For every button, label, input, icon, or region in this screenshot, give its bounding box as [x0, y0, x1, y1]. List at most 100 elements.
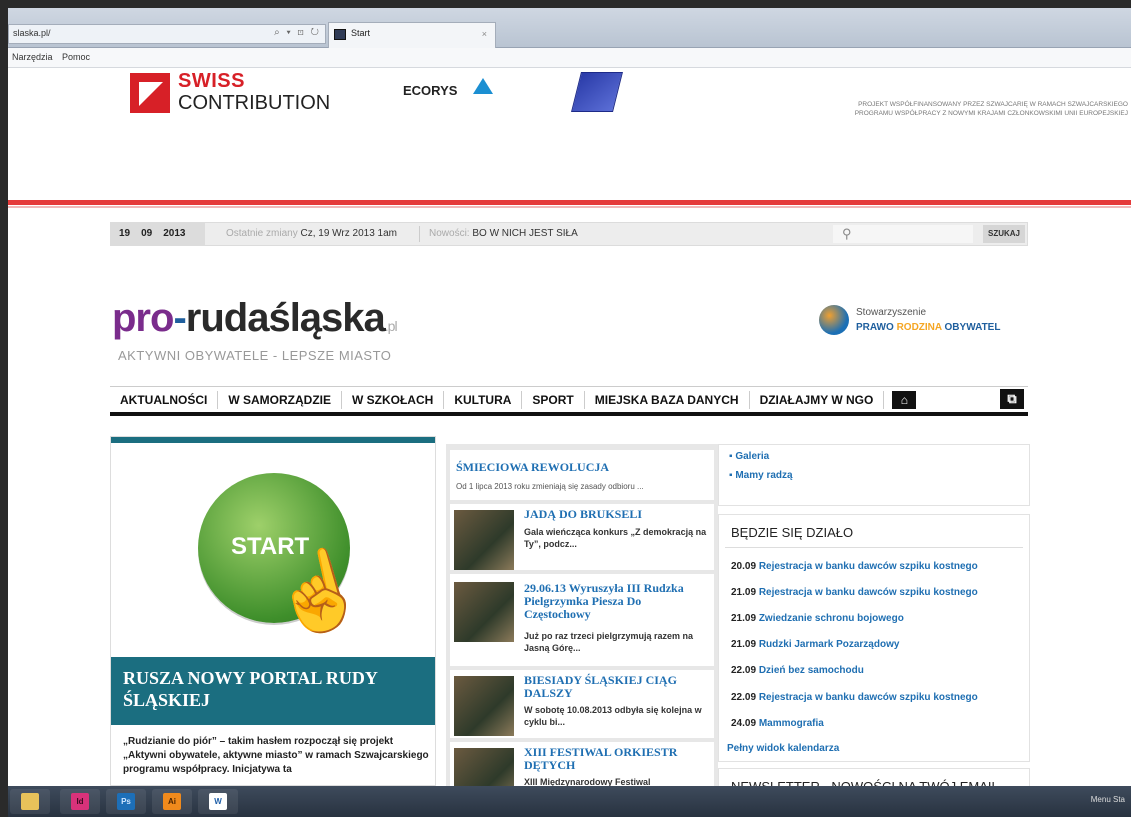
association-logo-icon	[819, 305, 849, 335]
news-ticker[interactable]: Nowości: BO W NICH JEST SIŁA	[429, 228, 578, 239]
site-logo[interactable]: pro-rudaśląska.pl	[112, 296, 398, 341]
story-thumbnail[interactable]	[454, 510, 514, 570]
taskbar-app[interactable]	[10, 789, 50, 814]
menu-tools[interactable]: Narzędzia	[12, 52, 53, 62]
event-item[interactable]: 22.09 Rejestracja w banku dawców szpiku …	[731, 692, 978, 703]
taskbar-app[interactable]: Id	[60, 789, 100, 814]
event-date: 21.09	[731, 639, 757, 650]
divider	[8, 206, 1131, 208]
taskbar-app[interactable]: Ps	[106, 789, 146, 814]
event-name[interactable]: Rejestracja w banku dawców szpiku kostne…	[759, 692, 978, 703]
ecorys-triangle-icon	[473, 78, 493, 94]
pointing-hand-icon: ☝	[261, 539, 375, 646]
search-input[interactable]	[833, 225, 973, 243]
swiss-contribution-logo: SWISS CONTRIBUTION	[178, 70, 330, 114]
contribution-text: CONTRIBUTION	[178, 92, 331, 114]
date-day: 19	[119, 228, 131, 239]
news-lead[interactable]: ŚMIECIOWA REWOLUCJA Od 1 lipca 2013 roku…	[450, 450, 714, 500]
association-name[interactable]: PRAWO RODZINA OBYWATEL	[856, 322, 1000, 333]
list-item[interactable]: JADĄ DO BRUKSELI Gala wieńcząca konkurs …	[450, 504, 714, 570]
event-item[interactable]: 24.09 Mammografia	[731, 718, 824, 729]
story-title[interactable]: XIII FESTIWAL ORKIESTR DĘTYCH	[524, 746, 708, 772]
share-icon[interactable]: ⧉	[1000, 389, 1024, 409]
project-funding-note: PROJEKT WSPÓŁFINANSOWANY PRZEZ SZWAJCARI…	[748, 100, 1128, 118]
word-icon: W	[209, 793, 227, 810]
story-title[interactable]: BIESIADY ŚLĄSKIEJ CIĄG DALSZY	[524, 674, 708, 700]
news-label: Nowości:	[429, 228, 470, 239]
info-bar: 19 09 2013 Ostatnie zmiany Cz, 19 Wrz 2013…	[110, 222, 1028, 246]
taskbar-app[interactable]: W	[198, 789, 238, 814]
event-item[interactable]: 22.09 Dzień bez samochodu	[731, 665, 864, 676]
nav-item-news[interactable]: AKTUALNOŚCI	[110, 390, 219, 409]
start-menu-label[interactable]: Menu Sta	[1091, 795, 1125, 804]
quick-link-label: Mamy radzą	[735, 470, 793, 481]
association-word: OBYWATEL	[944, 322, 1001, 333]
swiss-text: SWISS	[178, 70, 245, 92]
illustrator-icon: Ai	[163, 793, 181, 810]
story-title[interactable]: JADĄ DO BRUKSELI	[524, 508, 708, 521]
event-name[interactable]: Rejestracja w banku dawców szpiku kostne…	[759, 561, 978, 572]
logo-tld: .pl	[384, 318, 398, 334]
address-controls[interactable]: ⌕ ▾ ⊡ ↻	[274, 27, 321, 38]
event-item[interactable]: 21.09 Rudzki Jarmark Pozarządowy	[731, 639, 899, 650]
event-name[interactable]: Zwiedzanie schronu bojowego	[759, 613, 904, 624]
browser-tab[interactable]: Start ×	[328, 22, 496, 48]
event-name[interactable]: Mammografia	[759, 718, 824, 729]
nav-item-ngo[interactable]: DZIAŁAJMY W NGO	[750, 390, 885, 409]
photoshop-icon: Ps	[117, 793, 135, 810]
featured-excerpt: „Rudzianie do piór” – takim hasłem rozpo…	[123, 736, 429, 775]
event-item[interactable]: 21.09 Zwiedzanie schronu bojowego	[731, 613, 904, 624]
project-note-line: PROGRAMU WSPÓŁPRACY Z NOWYMI KRAJAMI CZŁ…	[854, 110, 1128, 117]
home-icon[interactable]: ⌂	[892, 390, 917, 409]
list-item[interactable]: BIESIADY ŚLĄSKIEJ CIĄG DALSZY W sobotę 1…	[450, 670, 714, 738]
nav-item-culture[interactable]: KULTURA	[444, 390, 523, 409]
address-bar[interactable]: slaska.pl/ ⌕ ▾ ⊡ ↻	[8, 24, 326, 44]
event-item[interactable]: 20.09 Rejestracja w banku dawców szpiku …	[731, 561, 978, 572]
search-button[interactable]: SZUKAJ	[983, 225, 1025, 243]
featured-title[interactable]: RUSZA NOWY PORTAL RUDY ŚLĄSKIEJ	[123, 667, 423, 711]
quick-links: ▪ Galeria ▪ Mamy radzą	[718, 444, 1030, 506]
nav-item-local-government[interactable]: W SAMORZĄDZIE	[218, 390, 342, 409]
featured-article[interactable]: START ☝ RUSZA NOWY PORTAL RUDY ŚLĄSKIEJ …	[110, 436, 436, 786]
news-lead-excerpt: Od 1 lipca 2013 roku zmieniają się zasad…	[456, 482, 644, 491]
event-item[interactable]: 21.09 Rejestracja w banku dawców szpiku …	[731, 587, 978, 598]
event-name[interactable]: Rudzki Jarmark Pozarządowy	[759, 639, 900, 650]
story-title[interactable]: 29.06.13 Wyruszyła III Rudzka Pielgrzymk…	[524, 582, 708, 621]
menu-help[interactable]: Pomoc	[62, 52, 90, 62]
event-date: 21.09	[731, 613, 757, 624]
nav-item-city-database[interactable]: MIEJSKA BAZA DANYCH	[585, 390, 750, 409]
news-list: ŚMIECIOWA REWOLUCJA Od 1 lipca 2013 roku…	[446, 444, 718, 808]
close-tab-icon[interactable]: ×	[482, 29, 487, 39]
date-year: 2013	[163, 228, 186, 239]
taskbar-app[interactable]: Ai	[152, 789, 192, 814]
list-item[interactable]: 29.06.13 Wyruszyła III Rudzka Pielgrzymk…	[450, 574, 714, 666]
nav-item-schools[interactable]: W SZKOŁACH	[342, 390, 445, 409]
event-name[interactable]: Rejestracja w banku dawców szpiku kostne…	[759, 587, 978, 598]
event-date: 20.09	[731, 561, 757, 572]
partner-banner	[8, 68, 1131, 202]
folder-icon	[21, 793, 39, 810]
event-date: 22.09	[731, 692, 757, 703]
project-note-line: PROJEKT WSPÓŁFINANSOWANY PRZEZ SZWAJCARI…	[858, 101, 1128, 108]
indesign-icon: Id	[71, 793, 89, 810]
quick-link-advice[interactable]: ▪ Mamy radzą	[729, 470, 1019, 481]
news-lead-title[interactable]: ŚMIECIOWA REWOLUCJA	[456, 460, 609, 475]
tab-title: Start	[351, 28, 371, 38]
story-thumbnail[interactable]	[454, 582, 514, 642]
story-thumbnail[interactable]	[454, 676, 514, 736]
news-value[interactable]: BO W NICH JEST SIŁA	[472, 228, 577, 239]
story-excerpt: W sobotę 10.08.2013 odbyła się kolejna w…	[524, 705, 702, 727]
quick-link-label: Galeria	[735, 451, 770, 462]
events-calendar: BĘDZIE SIĘ DZIAŁO 20.09 Rejestracja w ba…	[718, 514, 1030, 762]
nav-item-sport[interactable]: SPORT	[522, 390, 585, 409]
site-tagline: AKTYWNI OBYWATELE - LEPSZE MIASTO	[118, 348, 392, 363]
full-calendar-link[interactable]: Pełny widok kalendarza	[727, 743, 839, 754]
event-name[interactable]: Dzień bez samochodu	[759, 665, 864, 676]
logo-dash: -	[173, 296, 186, 340]
divider	[8, 200, 1131, 205]
favicon-icon	[334, 29, 346, 40]
search-icon[interactable]: ⚲	[842, 226, 852, 242]
ecorys-logo: ECORYS	[403, 83, 458, 98]
quick-link-gallery[interactable]: ▪ Galeria	[729, 451, 1019, 462]
divider	[725, 547, 1023, 548]
